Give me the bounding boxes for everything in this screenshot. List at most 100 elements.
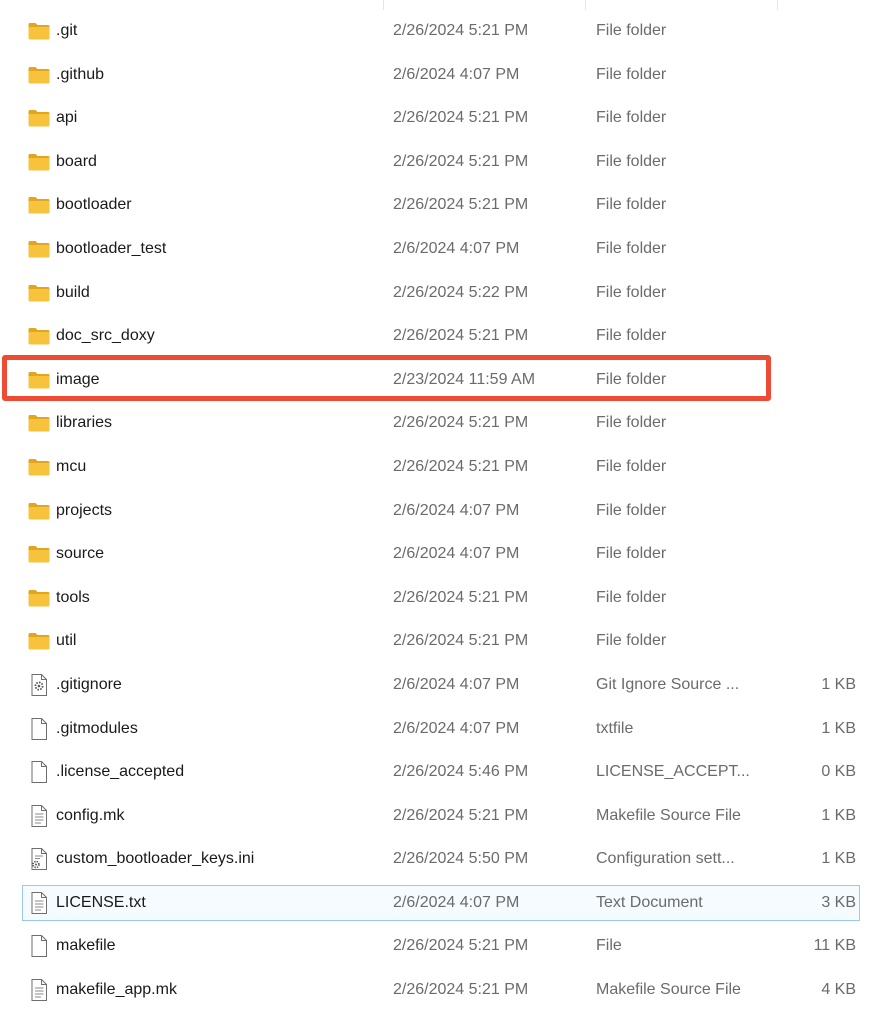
folder-row[interactable]: tools 2/26/2024 5:21 PM File folder — [0, 577, 886, 621]
file-row[interactable]: .gitmodules 2/6/2024 4:07 PM txtfile 1 KB — [0, 708, 886, 752]
date-modified: 2/6/2024 4:07 PM — [393, 501, 520, 519]
folder-row[interactable]: board 2/26/2024 5:21 PM File folder — [0, 141, 886, 185]
folder-icon — [27, 19, 51, 43]
file-name: doc_src_doxy — [56, 327, 155, 345]
file-type: File folder — [596, 65, 667, 83]
file-type: File folder — [596, 196, 667, 214]
folder-row[interactable]: .git 2/26/2024 5:21 PM File folder — [0, 10, 886, 54]
folder-icon — [27, 411, 51, 435]
date-modified: 2/6/2024 4:07 PM — [393, 893, 520, 911]
file-size: 1 KB — [821, 806, 856, 824]
date-modified: 2/6/2024 4:07 PM — [393, 675, 520, 693]
file-type: File folder — [596, 501, 667, 519]
file-name: libraries — [56, 414, 113, 432]
file-size: 1 KB — [821, 719, 856, 737]
file-type: File folder — [596, 283, 667, 301]
file-name: .license_accepted — [56, 763, 185, 781]
blank-file-icon — [27, 717, 51, 741]
column-divider-type[interactable] — [585, 0, 586, 10]
file-size: 3 KB — [821, 893, 856, 911]
file-name: tools — [56, 588, 90, 606]
file-list: .git 2/26/2024 5:21 PM File folder .github 2… — [0, 10, 886, 1013]
file-type: Makefile Source File — [596, 806, 741, 824]
text-file-icon — [27, 891, 51, 915]
folder-row[interactable]: image 2/23/2024 11:59 AM File folder — [0, 359, 886, 403]
folder-icon — [27, 63, 51, 87]
file-type: Text Document — [596, 893, 703, 911]
text-file-icon — [27, 804, 51, 828]
file-row[interactable]: custom_bootloader_keys.ini 2/26/2024 5:50… — [0, 838, 886, 882]
file-type: File folder — [596, 545, 667, 563]
blank-file-icon — [27, 934, 51, 958]
folder-row[interactable]: bootloader_test 2/6/2024 4:07 PM File fold… — [0, 228, 886, 272]
folder-row[interactable]: source 2/6/2024 4:07 PM File folder — [0, 533, 886, 577]
folder-row[interactable]: api 2/26/2024 5:21 PM File folder — [0, 97, 886, 141]
date-modified: 2/26/2024 5:21 PM — [393, 22, 529, 39]
file-name: custom_bootloader_keys.ini — [56, 850, 255, 868]
file-type: Configuration sett... — [596, 850, 735, 868]
folder-row[interactable]: mcu 2/26/2024 5:21 PM File folder — [0, 446, 886, 490]
date-modified: 2/6/2024 4:07 PM — [393, 239, 520, 257]
file-type: File folder — [596, 239, 667, 257]
date-modified: 2/26/2024 5:21 PM — [393, 457, 529, 475]
file-type: File folder — [596, 414, 667, 432]
file-name: LICENSE.txt — [56, 893, 146, 911]
date-modified: 2/6/2024 4:07 PM — [393, 65, 520, 83]
file-row[interactable]: .license_accepted 2/26/2024 5:46 PM LICENS… — [0, 751, 886, 795]
folder-row[interactable]: util 2/26/2024 5:21 PM File folder — [0, 620, 886, 664]
settings-file-icon — [27, 673, 51, 697]
folder-icon — [27, 281, 51, 305]
date-modified: 2/26/2024 5:21 PM — [393, 806, 529, 824]
folder-icon — [27, 150, 51, 174]
file-name: mcu — [56, 457, 87, 475]
file-type: LICENSE_ACCEPT... — [596, 763, 750, 781]
file-size: 0 KB — [821, 763, 856, 781]
folder-icon — [27, 499, 51, 523]
date-modified: 2/26/2024 5:50 PM — [393, 850, 529, 868]
file-row[interactable]: makefile_app.mk 2/26/2024 5:21 PM Makefile… — [0, 969, 886, 1013]
folder-icon — [27, 324, 51, 348]
date-modified: 2/26/2024 5:21 PM — [393, 196, 529, 214]
folder-icon — [27, 237, 51, 261]
folder-row[interactable]: libraries 2/26/2024 5:21 PM File folder — [0, 402, 886, 446]
date-modified: 2/6/2024 4:07 PM — [393, 545, 520, 563]
file-name: .gitignore — [56, 675, 122, 693]
file-size: 4 KB — [821, 981, 856, 999]
date-modified: 2/26/2024 5:21 PM — [393, 981, 529, 999]
file-type: File — [596, 937, 622, 955]
column-divider-date[interactable] — [383, 0, 384, 10]
folder-icon — [27, 106, 51, 130]
file-name: api — [56, 109, 78, 127]
blank-file-icon — [27, 760, 51, 784]
folder-icon — [27, 455, 51, 479]
folder-row[interactable]: build 2/26/2024 5:22 PM File folder — [0, 272, 886, 316]
file-row[interactable]: LICENSE.txt 2/6/2024 4:07 PM Text Document… — [0, 882, 886, 926]
file-type: File folder — [596, 632, 667, 650]
date-modified: 2/26/2024 5:21 PM — [393, 109, 529, 127]
file-name: board — [56, 152, 97, 170]
file-row[interactable]: makefile 2/26/2024 5:21 PM File 11 KB — [0, 925, 886, 969]
date-modified: 2/6/2024 4:07 PM — [393, 719, 520, 737]
folder-icon — [27, 542, 51, 566]
file-size: 1 KB — [821, 850, 856, 868]
file-name: makefile — [56, 937, 116, 955]
folder-row[interactable]: bootloader 2/26/2024 5:21 PM File folder — [0, 184, 886, 228]
date-modified: 2/26/2024 5:21 PM — [393, 152, 529, 170]
file-name: .github — [56, 65, 105, 83]
file-type: File folder — [596, 22, 667, 39]
file-size: 11 KB — [813, 937, 856, 955]
folder-row[interactable]: projects 2/6/2024 4:07 PM File folder — [0, 490, 886, 534]
file-name: source — [56, 545, 105, 563]
folder-row[interactable]: .github 2/6/2024 4:07 PM File folder — [0, 54, 886, 98]
file-type: File folder — [596, 152, 667, 170]
file-type: txtfile — [596, 719, 634, 737]
file-row[interactable]: .gitignore 2/6/2024 4:07 PM Git Ignore Sou… — [0, 664, 886, 708]
file-name: makefile_app.mk — [56, 981, 177, 999]
file-name: .gitmodules — [56, 719, 138, 737]
folder-row[interactable]: doc_src_doxy 2/26/2024 5:21 PM File folder — [0, 315, 886, 359]
column-divider-size[interactable] — [777, 0, 778, 10]
date-modified: 2/26/2024 5:21 PM — [393, 588, 529, 606]
file-type: Git Ignore Source ... — [596, 675, 740, 693]
date-modified: 2/23/2024 11:59 AM — [393, 370, 536, 388]
file-row[interactable]: config.mk 2/26/2024 5:21 PM Makefile Sourc… — [0, 795, 886, 839]
